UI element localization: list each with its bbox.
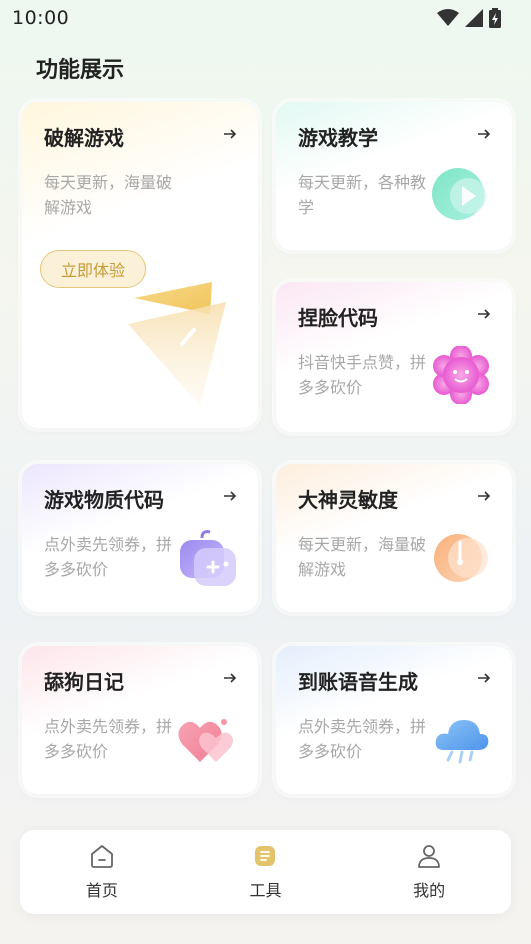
nav-label: 我的	[413, 881, 446, 900]
profile-icon	[418, 845, 441, 868]
card-voice-gen[interactable]: 到账语音生成 点外卖先领券，拼多多砍价	[276, 646, 512, 794]
arrow-right-icon	[478, 309, 491, 319]
cloud-icon	[435, 720, 489, 764]
nav-item-home[interactable]: 首页	[42, 843, 162, 901]
nav-label: 工具	[249, 881, 282, 900]
card-desc: 点外卖先领券，拼多多砍价	[44, 535, 173, 579]
clock-icon	[434, 534, 488, 582]
card-desc: 每天更新，海量破解游戏	[298, 535, 427, 579]
card-title: 游戏教学	[298, 126, 378, 150]
arrow-right-icon	[478, 129, 491, 139]
card-desc: 点外卖先领券，拼多多砍价	[44, 717, 173, 761]
signal-icon	[465, 9, 483, 27]
card-desc: 抖音快手点赞，拼多多砍价	[298, 353, 427, 397]
arrow-right-icon	[478, 673, 491, 683]
home-icon	[90, 845, 113, 868]
card-desc: 每天更新，海量破解游戏	[44, 173, 173, 217]
nav-item-profile[interactable]: 我的	[369, 843, 489, 901]
card-face-code[interactable]: 捏脸代码 抖音快手点赞，拼多多砍价	[276, 282, 512, 432]
arrow-right-icon	[224, 673, 237, 683]
card-title: 捏脸代码	[298, 306, 378, 330]
card-crack-games[interactable]: 破解游戏 每天更新，海量破解游戏 立即体验	[22, 102, 258, 428]
status-bar: 10:00	[0, 0, 531, 36]
nav-label: 首页	[85, 881, 118, 900]
play-icon	[432, 168, 486, 220]
card-desc: 每天更新，各种教学	[298, 173, 427, 217]
tools-icon	[255, 846, 276, 866]
flower-face-icon	[433, 346, 489, 404]
card-sensitivity[interactable]: 大神灵敏度 每天更新，海量破解游戏	[276, 464, 512, 612]
battery-icon	[489, 8, 501, 28]
card-game-tutorial[interactable]: 游戏教学 每天更新，各种教学	[276, 102, 512, 250]
wifi-icon	[437, 9, 459, 26]
paper-plane-icon	[128, 282, 226, 406]
card-title: 游戏物质代码	[44, 488, 164, 512]
card-diary[interactable]: 舔狗日记 点外卖先领券，拼多多砍价	[22, 646, 258, 794]
card-desc: 点外卖先领券，拼多多砍价	[298, 717, 427, 761]
gamepad-icon	[180, 530, 236, 586]
card-title: 破解游戏	[44, 126, 124, 150]
arrow-right-icon	[478, 491, 491, 501]
bottom-nav: 首页 工具 我的	[20, 830, 511, 914]
status-icons	[437, 8, 501, 28]
card-title: 到账语音生成	[298, 670, 418, 694]
status-time: 10:00	[12, 7, 70, 29]
nav-item-tools[interactable]: 工具	[205, 843, 325, 901]
arrow-right-icon	[224, 129, 237, 139]
card-title: 舔狗日记	[44, 670, 124, 694]
card-game-material-code[interactable]: 游戏物质代码 点外卖先领券，拼多多砍价	[22, 464, 258, 612]
card-title: 大神灵敏度	[298, 488, 398, 512]
page-title: 功能展示	[36, 58, 125, 83]
arrow-right-icon	[224, 491, 237, 501]
heart-icon	[178, 719, 233, 762]
